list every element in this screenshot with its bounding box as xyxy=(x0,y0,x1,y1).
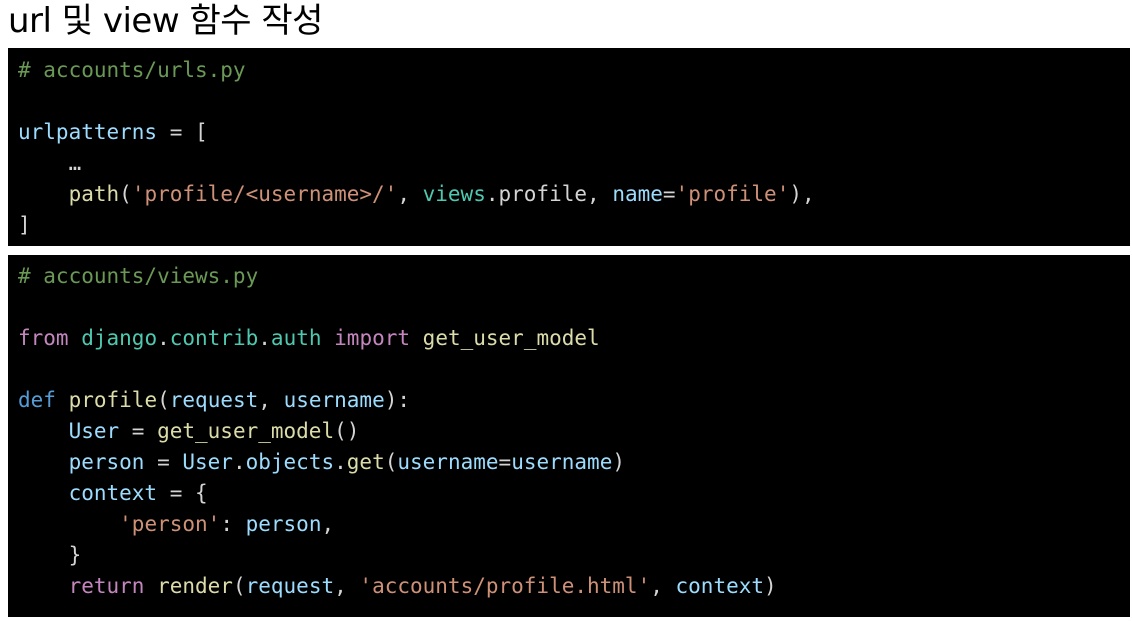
code-token: request xyxy=(245,574,335,598)
code-token: . xyxy=(157,326,170,350)
code-line: path('profile/<username>/', views.profil… xyxy=(18,179,1130,210)
code-token: ), xyxy=(789,182,815,206)
code-token: . xyxy=(232,450,246,474)
code-token: username xyxy=(511,450,613,474)
code-token: , xyxy=(397,182,423,206)
code-token: def xyxy=(18,388,56,412)
code-token: auth xyxy=(270,326,322,350)
code-token: profile xyxy=(498,182,588,206)
code-line: … xyxy=(18,148,1130,179)
code-token: get xyxy=(346,450,385,474)
code-token: ) xyxy=(612,450,625,474)
code-comment: # accounts/views.py xyxy=(18,264,259,288)
code-token: render xyxy=(157,574,233,598)
code-line: from django.contrib.auth import get_user… xyxy=(18,323,1130,354)
code-token: path xyxy=(68,182,120,206)
code-comment: # accounts/urls.py xyxy=(18,58,246,82)
page-title: url 및 view 함수 작성 xyxy=(8,1,323,41)
code-token: name xyxy=(612,182,663,206)
code-token: = [ xyxy=(157,120,208,144)
code-line: urlpatterns = [ xyxy=(18,117,1130,148)
code-token: 'profile/<username>/' xyxy=(131,182,398,206)
code-line: def profile(request, username): xyxy=(18,385,1130,416)
code-token: from xyxy=(18,326,69,350)
code-line: ] xyxy=(18,210,1130,241)
code-token: ] xyxy=(18,213,31,237)
code-token: , xyxy=(258,388,284,412)
code-line: # accounts/views.py xyxy=(18,261,1130,292)
code-token: = xyxy=(662,182,676,206)
code-token: = { xyxy=(157,481,208,505)
code-token: objects xyxy=(245,450,335,474)
code-token: ( xyxy=(232,574,246,598)
code-token: username xyxy=(283,388,385,412)
code-token: : xyxy=(220,512,246,536)
code-line: person = User.objects.get(username=usern… xyxy=(18,447,1130,478)
code-token: User xyxy=(68,419,120,443)
code-token: context xyxy=(68,481,158,505)
code-token: context xyxy=(675,574,765,598)
code-line: 'person': person, xyxy=(18,509,1130,540)
code-token: 'person' xyxy=(119,512,221,536)
code-token: username xyxy=(397,450,499,474)
code-token: . xyxy=(485,182,499,206)
code-token: django xyxy=(81,326,158,350)
code-token: User xyxy=(182,450,233,474)
code-token: ) xyxy=(764,574,777,598)
code-token: views xyxy=(422,182,486,206)
code-token: request xyxy=(169,388,259,412)
code-token: get_user_model xyxy=(422,326,600,350)
code-token: profile xyxy=(68,388,158,412)
code-token: 'profile' xyxy=(675,182,790,206)
code-line: # accounts/urls.py xyxy=(18,55,1130,86)
code-line: User = get_user_model() xyxy=(18,416,1130,447)
code-token: . xyxy=(258,326,271,350)
code-token: return xyxy=(68,574,145,598)
code-token: contrib xyxy=(169,326,259,350)
code-line: } xyxy=(18,540,1130,571)
code-token: import xyxy=(334,326,411,350)
code-token: } xyxy=(68,543,82,567)
code-token: = xyxy=(498,450,512,474)
code-token: , xyxy=(321,512,335,536)
code-token: . xyxy=(334,450,347,474)
code-token: ( xyxy=(157,388,170,412)
code-token: = xyxy=(144,450,183,474)
code-token: , xyxy=(334,574,360,598)
code-token: = xyxy=(119,419,158,443)
code-token: urlpatterns xyxy=(18,120,158,144)
views-code-block: # accounts/views.py from django.contrib.… xyxy=(8,255,1130,617)
code-token: get_user_model xyxy=(157,419,335,443)
code-token: person xyxy=(245,512,322,536)
code-token: , xyxy=(650,574,676,598)
code-line: context = { xyxy=(18,478,1130,509)
code-token: () xyxy=(334,419,360,443)
code-token: ): xyxy=(384,388,411,412)
code-line: return render(request, 'accounts/profile… xyxy=(18,571,1130,602)
code-token: ( xyxy=(119,182,132,206)
code-token: 'accounts/profile.html' xyxy=(359,574,651,598)
code-token: person xyxy=(68,450,145,474)
urls-code-block: # accounts/urls.py urlpatterns = [ … pat… xyxy=(8,48,1130,246)
code-token: , xyxy=(587,182,613,206)
code-ellipsis: … xyxy=(68,151,82,175)
code-token: ( xyxy=(384,450,398,474)
